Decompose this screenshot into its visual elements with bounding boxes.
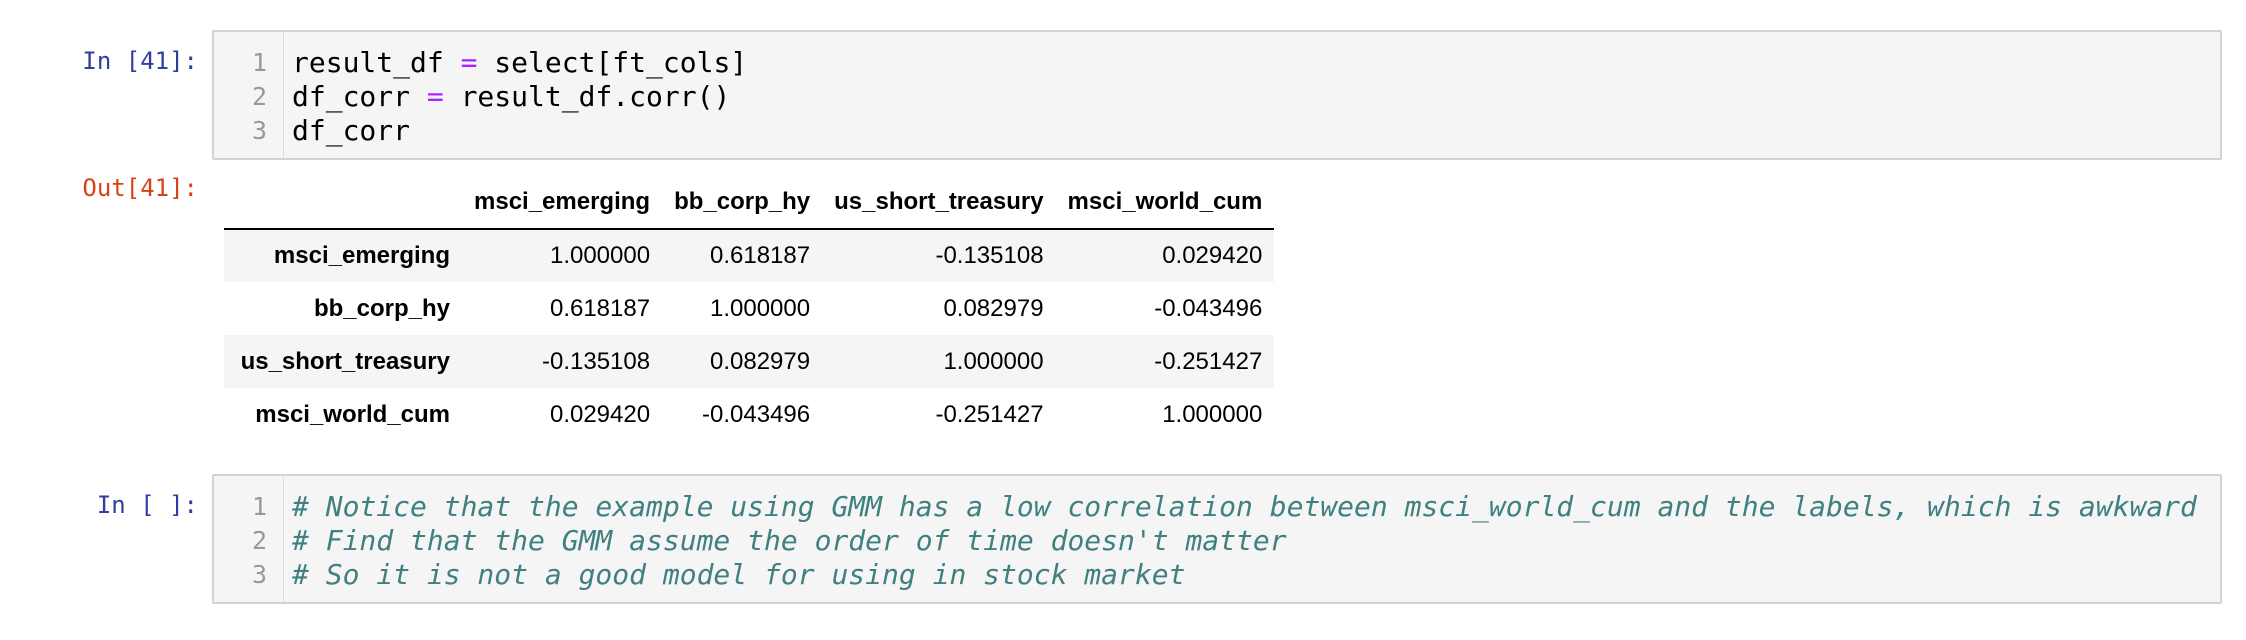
table-cell: -0.043496 [702,400,811,428]
row-index: msci_emerging [273,242,450,269]
code-editor[interactable]: 1 2 3 result_df = select[ft_cols] df_cor… [212,30,2222,160]
comment-line[interactable]: # So it is not a good model for using in… [292,558,1185,592]
table-row: msci_world_cum 0.029420 -0.043496 -0.251… [224,388,1274,441]
line-number: 1 [251,48,267,77]
code-cell-empty[interactable]: In [ ]: 1 2 3 # Notice that the example … [0,474,2246,604]
line-number-gutter: 1 2 3 [214,476,284,602]
table-row: us_short_treasury -0.135108 0.082979 1.0… [224,335,1275,388]
input-prompt: In [41]: [82,47,198,75]
table-cell: 1.000000 [1162,400,1263,428]
code-line[interactable]: df_corr = result_df.corr() [292,80,730,114]
output-prompt: Out[41]: [82,174,198,202]
column-header: msci_world_cum [1055,176,1275,230]
line-number: 1 [251,492,267,521]
input-prompt: In [ ]: [96,491,198,519]
table-cell: 1.000000 [549,242,651,269]
comment-line[interactable]: # Find that the GMM assume the order of … [292,524,1287,558]
table-cell: 1.000000 [943,347,1044,375]
table-cell: 0.029420 [1162,242,1263,269]
code-token: df_corr [292,80,427,113]
table-row: bb_corp_hy 0.618187 1.000000 0.082979 -0… [224,282,1274,335]
table-cell: -0.135108 [541,347,651,375]
table-cell: 1.000000 [710,294,811,322]
code-cell-41[interactable]: In [41]: 1 2 3 result_df = select[ft_col… [0,30,2246,160]
table-cell: 0.082979 [710,347,811,375]
table-row: msci_emerging 1.000000 0.618187 -0.13510… [224,229,1275,282]
line-number: 2 [251,82,267,111]
column-header: msci_emerging [462,176,663,230]
column-header: bb_corp_hy [662,176,823,230]
table-cell: -0.135108 [935,242,1044,269]
code-token: df_corr [292,114,411,147]
line-number: 3 [251,116,267,145]
table-cell: 0.618187 [710,242,811,269]
line-number: 3 [251,560,267,589]
index-header [224,176,462,230]
code-editor[interactable]: 1 2 3 # Notice that the example using GM… [212,474,2222,604]
code-token: select[ft_cols] [477,46,748,79]
table-cell: -0.251427 [1154,347,1263,375]
comment-line[interactable]: # Notice that the example using GMM has … [292,490,2197,524]
table-cell: -0.043496 [1154,294,1263,322]
correlation-dataframe: msci_emerging bb_corp_hy us_short_treasu… [224,176,1275,441]
column-header: us_short_treasury [822,176,1056,230]
table-header-row: msci_emerging bb_corp_hy us_short_treasu… [224,176,1275,230]
row-index: bb_corp_hy [313,294,450,322]
line-number-gutter: 1 2 3 [214,32,284,158]
row-index: us_short_treasury [240,347,450,375]
table-cell: 0.029420 [549,400,651,428]
assignment-operator: = [426,80,444,113]
table-cell: -0.251427 [935,400,1044,428]
code-token: result_df [292,46,461,79]
assignment-operator: = [460,46,478,79]
code-line[interactable]: df_corr [292,114,410,148]
code-token: result_df.corr() [443,80,731,113]
line-number: 2 [251,526,267,555]
code-line[interactable]: result_df = select[ft_cols] [292,46,747,80]
table-cell: 0.082979 [943,294,1044,322]
row-index: msci_world_cum [255,400,450,428]
table-cell: 0.618187 [549,294,651,322]
